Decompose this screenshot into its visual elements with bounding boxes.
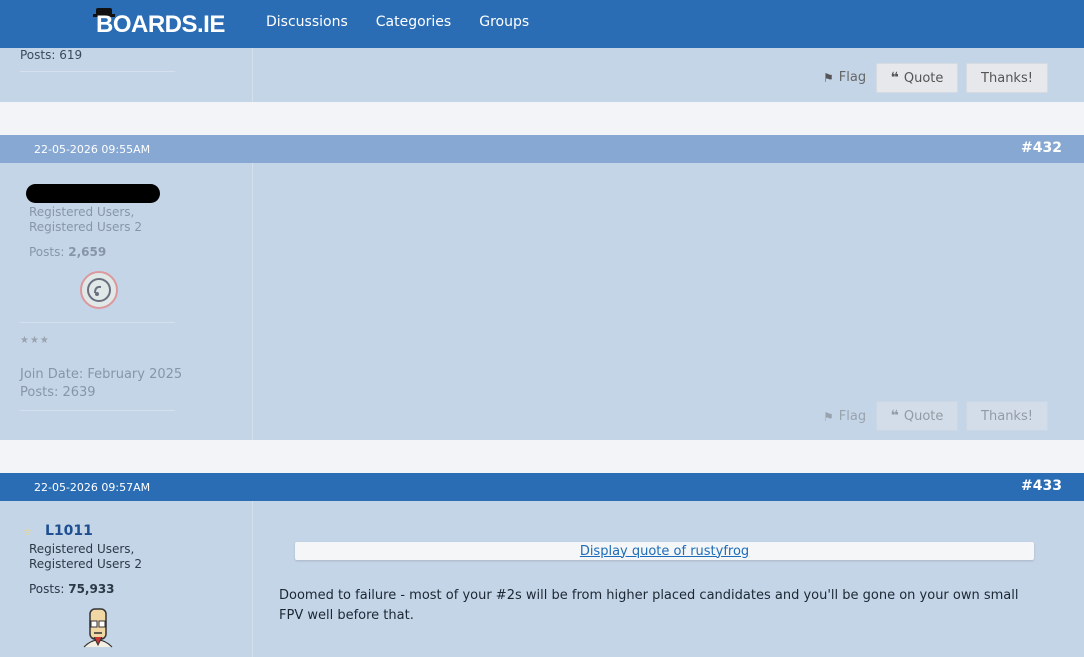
posts-total: Posts: 2639 [20,385,96,400]
flag-button[interactable]: ⚑ Flag [823,70,866,85]
nav-discussions[interactable]: Discussions [266,14,348,30]
quote-toggle[interactable]: Display quote of rustyfrog [295,542,1034,560]
post-header: 22-05-2026 09:57AM #433 [0,473,1084,501]
post-separator [0,102,1084,135]
username-link[interactable]: L1011 [45,523,93,539]
thanks-button[interactable]: Thanks! [966,63,1048,93]
user-avatar[interactable] [80,607,116,649]
user-role-2: Registered Users 2 [29,557,143,571]
posts-count-label: Posts: 619 [20,48,83,62]
nav-links: Discussions Categories Groups [266,14,529,30]
post-432: Registered Users, Registered Users 2 Pos… [0,163,1084,440]
post-number[interactable]: #433 [1021,478,1062,494]
post-433: ᯤ L1011 Registered Users, Registered Use… [0,501,1084,657]
logo-text: BOARDS.IE [96,11,225,38]
join-date: Join Date: February 2025 [20,367,183,382]
user-avatar[interactable] [80,271,118,309]
quote-button[interactable]: ❝ Quote [876,401,958,431]
post-previous: Posts: 619 ⚑ Flag ❝ Quote Thanks! [0,48,1084,102]
user-role-2: Registered Users 2 [29,220,143,234]
display-quote-link[interactable]: Display quote of rustyfrog [580,544,749,559]
thanks-button[interactable]: Thanks! [966,401,1048,431]
post-number[interactable]: #432 [1021,140,1062,156]
quote-icon: ❝ [890,408,899,424]
post-date: 22-05-2026 09:57AM [34,481,151,494]
cartoon-avatar-icon [83,608,113,648]
post-date: 22-05-2026 09:55AM [34,143,151,156]
user-posts: Posts: 75,933 [29,582,115,596]
flag-icon: ⚑ [823,70,834,85]
user-role-1: Registered Users, [29,542,135,556]
redacted-username [26,184,160,203]
user-role-1: Registered Users, [29,205,135,219]
nav-groups[interactable]: Groups [479,14,529,30]
quote-button[interactable]: ❝ Quote [876,63,958,93]
post-body: Doomed to failure - most of your #2s wil… [279,588,1019,623]
online-status-icon: ᯤ [23,527,33,538]
nav-categories[interactable]: Categories [376,14,451,30]
user-posts: Posts: 2,659 [29,245,107,259]
user-rank-stars: ★★★ [20,335,50,346]
quote-icon: ❝ [890,70,899,86]
post-separator [0,440,1084,473]
flag-button[interactable]: ⚑ Flag [823,409,866,424]
avatar-icon [87,278,111,302]
flag-icon: ⚑ [823,409,834,424]
top-nav-bar: BOARDS.IE Discussions Categories Groups [0,0,1084,48]
post-header: 22-05-2026 09:55AM #432 [0,135,1084,163]
